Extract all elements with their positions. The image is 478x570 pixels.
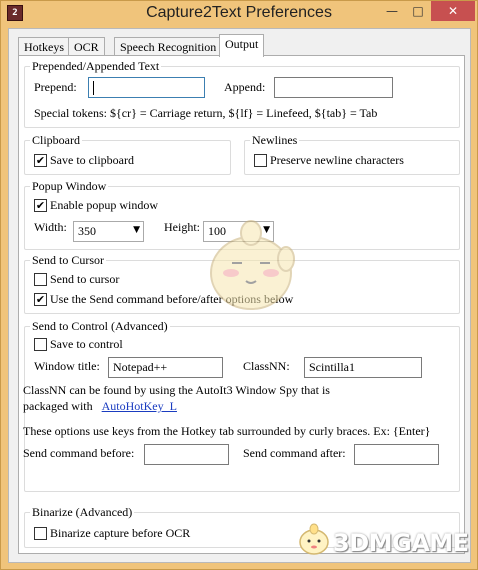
save-to-control-label[interactable]: Save to control	[50, 337, 123, 352]
height-value: 100	[208, 224, 226, 238]
group-title: Popup Window	[30, 179, 109, 194]
close-button[interactable]: ✕	[431, 1, 475, 21]
title-bar[interactable]: 2 Capture2Text Preferences — □ ✕	[1, 1, 477, 27]
send-after-input[interactable]	[354, 444, 439, 465]
client-area: Hotkeys OCR Speech Recognition Output Pr…	[8, 28, 471, 563]
tab-ocr[interactable]: OCR	[68, 37, 105, 56]
preserve-newline-checkbox[interactable]	[254, 154, 267, 167]
site-watermark: 3DMGAME	[291, 519, 477, 563]
binarize-label[interactable]: Binarize capture before OCR	[50, 526, 190, 541]
height-select[interactable]: 100 ▼	[203, 221, 274, 242]
classnn-input[interactable]: Scintilla1	[304, 357, 422, 378]
hotkey-note-text: These options use keys from the Hotkey t…	[23, 424, 431, 438]
enable-popup-label[interactable]: Enable popup window	[50, 198, 158, 213]
text-caret	[93, 81, 94, 96]
classnn-help-text: ClassNN can be found by using the AutoIt…	[23, 383, 330, 397]
packaged-with-label: packaged with	[23, 399, 93, 413]
minimize-icon: —	[386, 4, 398, 18]
send-to-cursor-group: Send to Cursor Send to cursor ✔ Use the …	[24, 253, 460, 314]
group-title: Clipboard	[30, 133, 82, 148]
group-title: Prepended/Appended Text	[30, 59, 162, 74]
prepended-appended-group: Prepended/Appended Text Prepend: Append:…	[24, 59, 460, 128]
send-to-cursor-checkbox[interactable]	[34, 273, 47, 286]
width-select[interactable]: 350 ▼	[73, 221, 144, 242]
popup-window-group: Popup Window ✔ Enable popup window Width…	[24, 179, 460, 250]
maximize-icon: □	[412, 4, 424, 18]
window-title-label: Window title:	[34, 359, 100, 373]
prepend-input[interactable]	[88, 77, 205, 98]
maximize-button[interactable]: □	[405, 1, 431, 21]
save-to-clipboard-checkbox[interactable]: ✔	[34, 154, 47, 167]
minimize-button[interactable]: —	[379, 1, 405, 21]
send-to-control-group: Send to Control (Advanced) Save to contr…	[23, 319, 460, 492]
save-to-control-checkbox[interactable]	[34, 338, 47, 351]
classnn-label: ClassNN:	[243, 359, 290, 373]
save-to-clipboard-label[interactable]: Save to clipboard	[50, 153, 134, 168]
enable-popup-checkbox[interactable]: ✔	[34, 199, 47, 212]
prepend-label: Prepend:	[34, 80, 77, 94]
window-title-input[interactable]: Notepad++	[108, 357, 223, 378]
clipboard-group: Clipboard ✔ Save to clipboard	[24, 133, 231, 175]
width-value: 350	[78, 224, 96, 238]
watermark-text: 3DMGAME	[333, 529, 469, 557]
append-input[interactable]	[274, 77, 393, 98]
packaged-with-text: packaged with AutoHotKey_L	[23, 399, 177, 414]
close-icon: ✕	[447, 4, 459, 18]
width-label: Width:	[34, 220, 67, 234]
tab-output[interactable]: Output	[219, 34, 265, 57]
tab-hotkeys[interactable]: Hotkeys	[18, 37, 70, 56]
newlines-group: Newlines Preserve newline characters	[244, 133, 460, 175]
preserve-newline-label[interactable]: Preserve newline characters	[270, 153, 404, 168]
binarize-checkbox[interactable]	[34, 527, 47, 540]
use-send-command-label[interactable]: Use the Send command before/after option…	[50, 292, 293, 307]
autohotkey-link[interactable]: AutoHotKey_L	[102, 399, 177, 413]
preferences-window: 2 Capture2Text Preferences — □ ✕ Hotkeys…	[0, 0, 478, 570]
group-title: Send to Control (Advanced)	[30, 319, 170, 334]
send-after-label: Send command after:	[243, 446, 346, 460]
group-title: Binarize (Advanced)	[30, 505, 135, 520]
mascot-logo-icon	[299, 523, 329, 555]
chevron-down-icon: ▼	[263, 225, 270, 235]
use-send-command-checkbox[interactable]: ✔	[34, 293, 47, 306]
send-before-input[interactable]	[144, 444, 229, 465]
group-title: Newlines	[250, 133, 300, 148]
send-before-label: Send command before:	[23, 446, 135, 460]
height-label: Height:	[164, 220, 200, 234]
tab-speech-recognition[interactable]: Speech Recognition	[114, 37, 223, 56]
output-tab-panel: Prepended/Appended Text Prepend: Append:…	[18, 55, 465, 554]
chevron-down-icon: ▼	[133, 225, 140, 235]
special-tokens-note: Special tokens: ${cr} = Carriage return,…	[34, 106, 378, 120]
send-to-cursor-label[interactable]: Send to cursor	[50, 272, 119, 287]
group-title: Send to Cursor	[30, 253, 106, 268]
append-label: Append:	[224, 80, 266, 94]
